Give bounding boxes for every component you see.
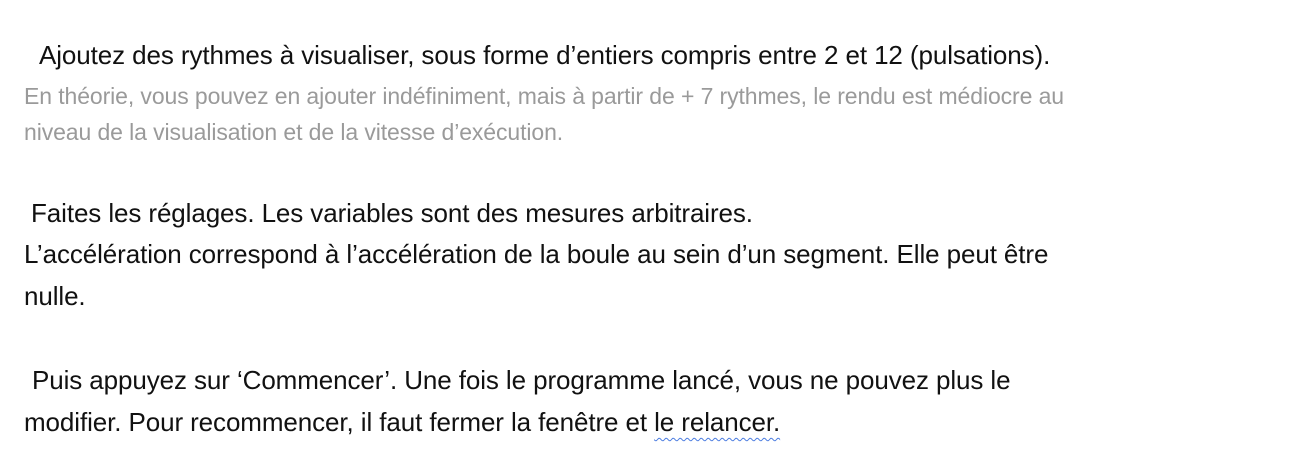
step-start: Puis appuyez sur ‘Commencer’. Une fois l… — [32, 365, 1011, 395]
acceleration-line-1: L’accélération correspond à l’accélérati… — [24, 239, 1049, 269]
acceleration-line-2: nulle. — [24, 281, 86, 311]
restart-line: modifier. Pour recommencer, il faut ferm… — [24, 405, 780, 439]
note-line-2: niveau de la visualisation et de la vite… — [24, 119, 564, 145]
step-add-rhythms: Ajoutez des rythmes à visualiser, sous f… — [39, 40, 1051, 70]
spellcheck-flagged-text[interactable]: le relancer. — [654, 407, 780, 437]
step-settings: Faites les réglages. Les variables sont … — [31, 198, 753, 228]
restart-text: modifier. Pour recommencer, il faut ferm… — [24, 407, 655, 437]
note-line-1: En théorie, vous pouvez en ajouter indéf… — [24, 83, 1064, 109]
